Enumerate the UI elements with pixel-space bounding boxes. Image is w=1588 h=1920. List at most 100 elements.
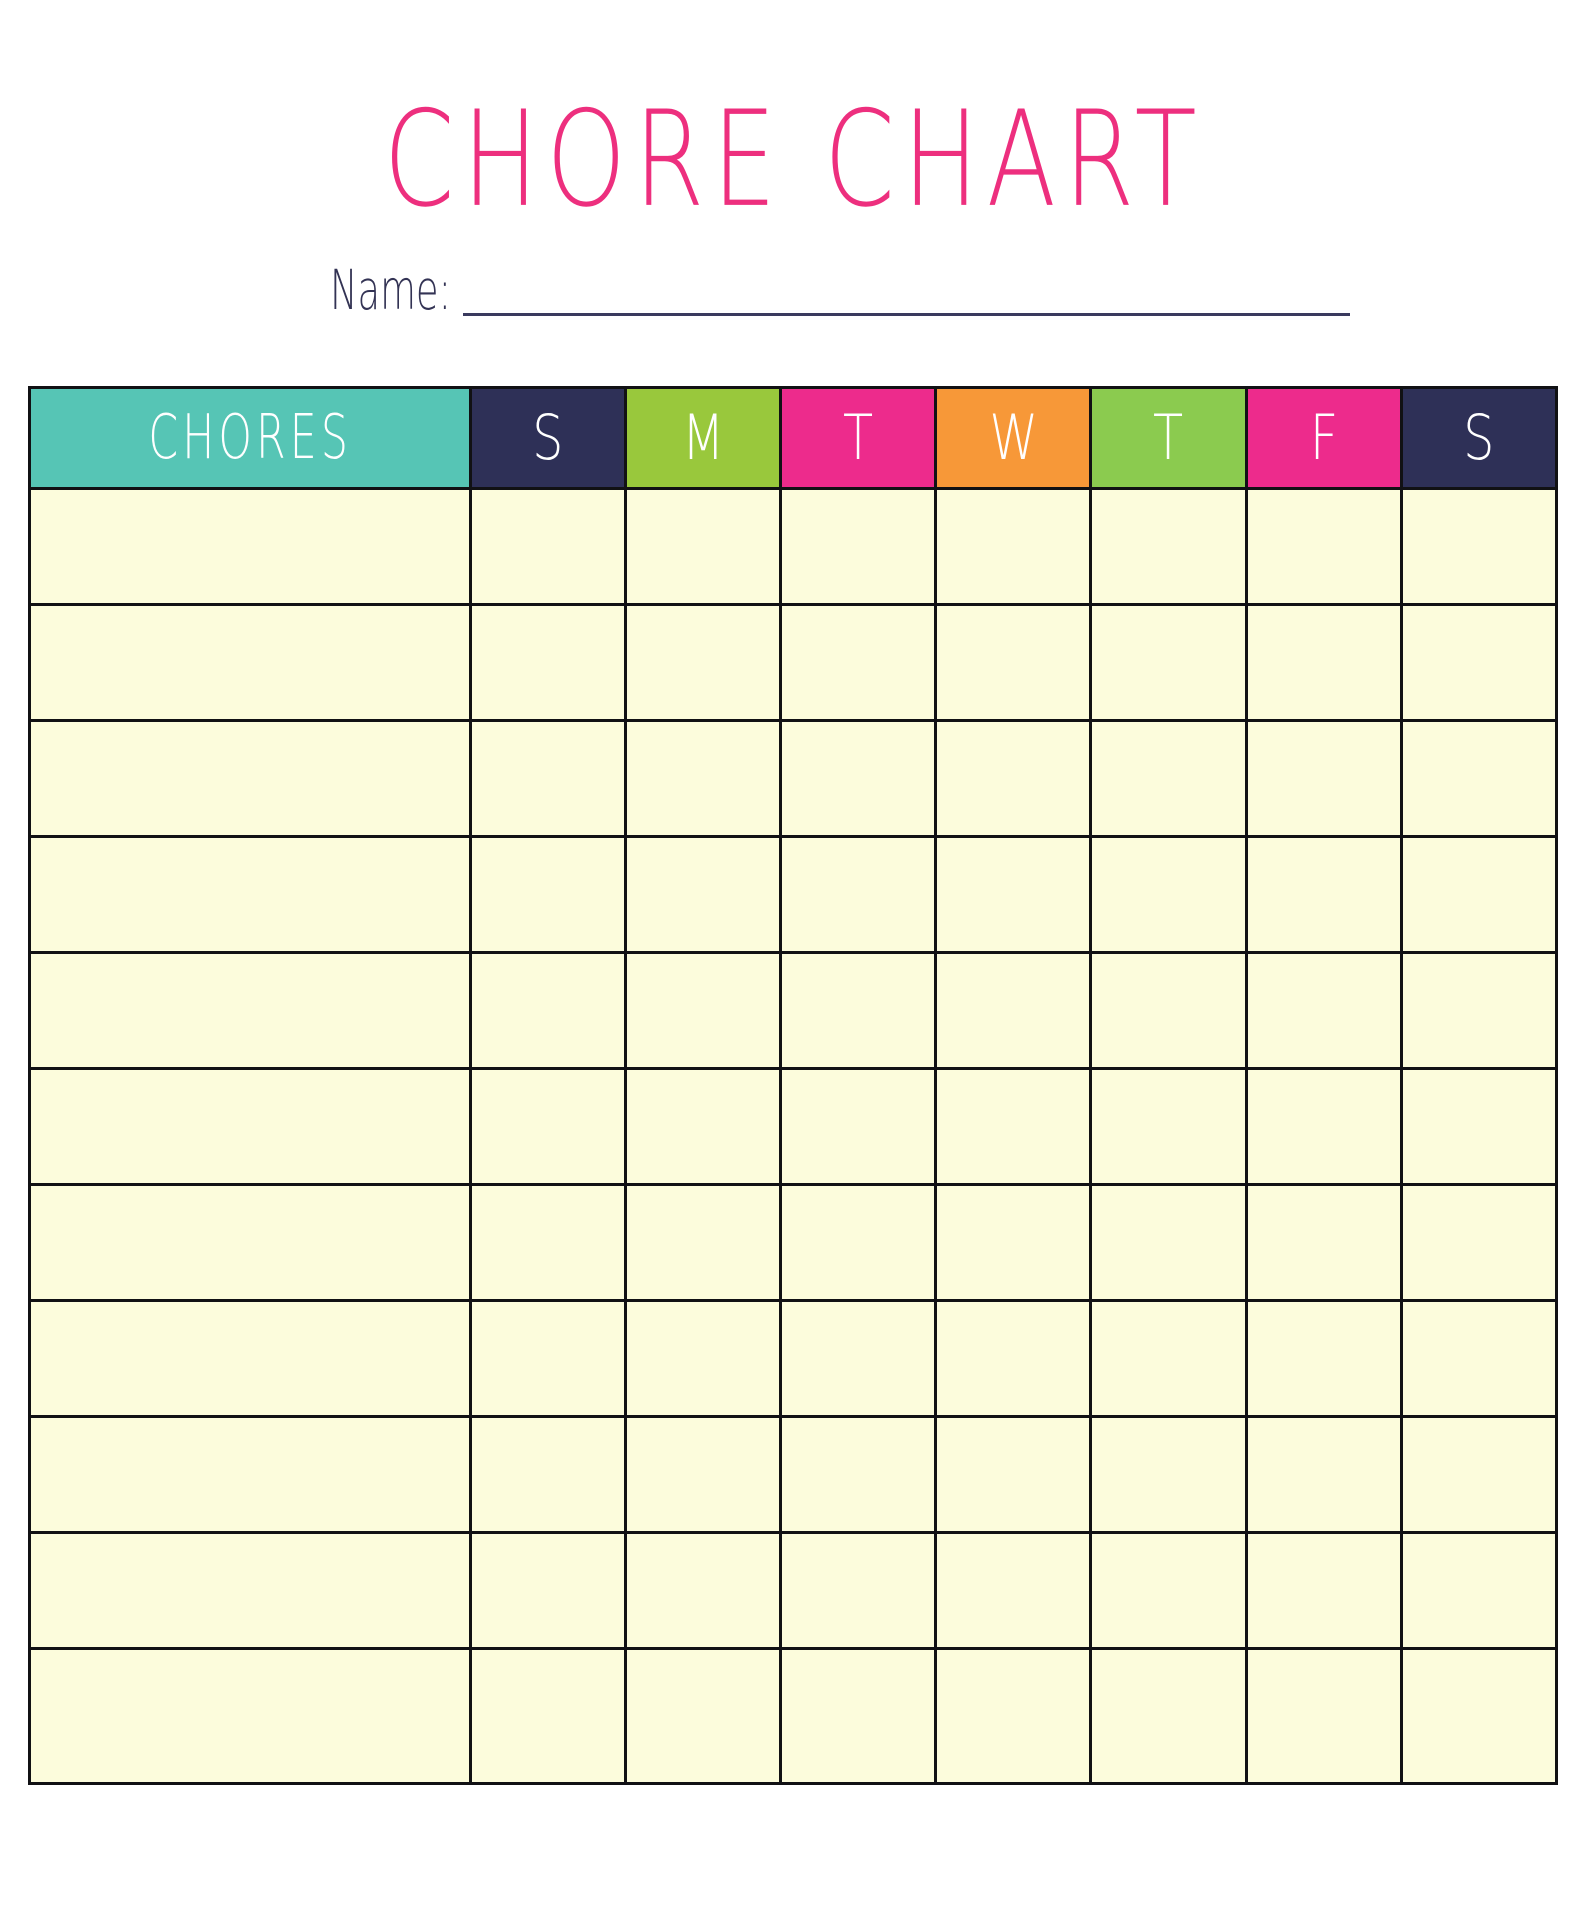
header-cell-sunday: S bbox=[470, 388, 625, 489]
chore-check-cell[interactable] bbox=[470, 953, 625, 1069]
chore-check-cell[interactable] bbox=[1246, 1649, 1401, 1784]
chore-check-cell[interactable] bbox=[625, 1301, 780, 1417]
chore-check-cell[interactable] bbox=[625, 953, 780, 1069]
chore-check-cell[interactable] bbox=[1091, 953, 1246, 1069]
chore-check-cell[interactable] bbox=[625, 489, 780, 605]
chore-check-cell[interactable] bbox=[780, 1069, 935, 1185]
chore-check-cell[interactable] bbox=[470, 1417, 625, 1533]
chore-check-cell[interactable] bbox=[936, 953, 1091, 1069]
chore-check-cell[interactable] bbox=[780, 1185, 935, 1301]
chore-check-cell[interactable] bbox=[780, 489, 935, 605]
chore-check-cell[interactable] bbox=[1246, 837, 1401, 953]
chore-name-cell[interactable] bbox=[30, 489, 471, 605]
chore-check-cell[interactable] bbox=[936, 1185, 1091, 1301]
chore-name-cell[interactable] bbox=[30, 1069, 471, 1185]
chore-check-cell[interactable] bbox=[936, 721, 1091, 837]
table-row bbox=[30, 837, 1557, 953]
chore-name-cell[interactable] bbox=[30, 721, 471, 837]
chore-check-cell[interactable] bbox=[1401, 1649, 1556, 1784]
chore-check-cell[interactable] bbox=[1091, 1533, 1246, 1649]
header-label-chores: CHORES bbox=[148, 403, 352, 474]
chore-name-cell[interactable] bbox=[30, 1185, 471, 1301]
chore-check-cell[interactable] bbox=[1091, 837, 1246, 953]
chore-name-cell[interactable] bbox=[30, 1301, 471, 1417]
chore-check-cell[interactable] bbox=[780, 1301, 935, 1417]
chore-check-cell[interactable] bbox=[1246, 1533, 1401, 1649]
chore-check-cell[interactable] bbox=[625, 1649, 780, 1784]
chore-check-cell[interactable] bbox=[1401, 605, 1556, 721]
chore-check-cell[interactable] bbox=[470, 721, 625, 837]
header-cell-saturday: S bbox=[1401, 388, 1556, 489]
chore-check-cell[interactable] bbox=[1246, 489, 1401, 605]
chore-check-cell[interactable] bbox=[936, 1417, 1091, 1533]
chore-check-cell[interactable] bbox=[1091, 1417, 1246, 1533]
chore-check-cell[interactable] bbox=[470, 837, 625, 953]
chore-check-cell[interactable] bbox=[936, 1301, 1091, 1417]
chore-check-cell[interactable] bbox=[1246, 605, 1401, 721]
chore-check-cell[interactable] bbox=[936, 1533, 1091, 1649]
chore-check-cell[interactable] bbox=[1091, 1301, 1246, 1417]
chore-check-cell[interactable] bbox=[1246, 721, 1401, 837]
chore-check-cell[interactable] bbox=[1246, 1417, 1401, 1533]
chore-check-cell[interactable] bbox=[936, 489, 1091, 605]
chore-check-cell[interactable] bbox=[470, 489, 625, 605]
chore-name-cell[interactable] bbox=[30, 837, 471, 953]
chore-check-cell[interactable] bbox=[625, 1185, 780, 1301]
header-cell-monday: M bbox=[625, 388, 780, 489]
chore-check-cell[interactable] bbox=[1246, 1301, 1401, 1417]
chore-check-cell[interactable] bbox=[470, 1185, 625, 1301]
name-input-line[interactable] bbox=[463, 313, 1350, 316]
chore-check-cell[interactable] bbox=[1091, 605, 1246, 721]
chore-name-cell[interactable] bbox=[30, 605, 471, 721]
chore-name-cell[interactable] bbox=[30, 1533, 471, 1649]
chore-check-cell[interactable] bbox=[1401, 1417, 1556, 1533]
header-label-sunday: S bbox=[532, 402, 563, 475]
chore-check-cell[interactable] bbox=[1246, 953, 1401, 1069]
chore-check-cell[interactable] bbox=[1401, 721, 1556, 837]
chore-check-cell[interactable] bbox=[1401, 837, 1556, 953]
header-cell-thursday: T bbox=[1091, 388, 1246, 489]
chore-name-cell[interactable] bbox=[30, 1649, 471, 1784]
chore-check-cell[interactable] bbox=[936, 837, 1091, 953]
chore-check-cell[interactable] bbox=[780, 605, 935, 721]
chore-check-cell[interactable] bbox=[1091, 1649, 1246, 1784]
chore-check-cell[interactable] bbox=[625, 1533, 780, 1649]
chore-check-cell[interactable] bbox=[936, 1069, 1091, 1185]
chore-check-cell[interactable] bbox=[936, 1649, 1091, 1784]
name-label: Name: bbox=[330, 260, 451, 320]
chore-check-cell[interactable] bbox=[1401, 1301, 1556, 1417]
chore-check-cell[interactable] bbox=[470, 1301, 625, 1417]
chore-check-cell[interactable] bbox=[625, 721, 780, 837]
chore-check-cell[interactable] bbox=[1401, 1533, 1556, 1649]
chore-check-cell[interactable] bbox=[470, 1069, 625, 1185]
chore-check-cell[interactable] bbox=[780, 1649, 935, 1784]
chore-check-cell[interactable] bbox=[1401, 953, 1556, 1069]
chore-check-cell[interactable] bbox=[780, 837, 935, 953]
chore-check-cell[interactable] bbox=[1091, 1185, 1246, 1301]
chore-check-cell[interactable] bbox=[780, 1417, 935, 1533]
chore-check-cell[interactable] bbox=[1246, 1069, 1401, 1185]
chore-check-cell[interactable] bbox=[780, 953, 935, 1069]
chore-check-cell[interactable] bbox=[1091, 721, 1246, 837]
chore-check-cell[interactable] bbox=[470, 605, 625, 721]
header-label-wednesday: W bbox=[989, 402, 1038, 475]
chore-check-cell[interactable] bbox=[625, 1069, 780, 1185]
chore-name-cell[interactable] bbox=[30, 1417, 471, 1533]
chore-check-cell[interactable] bbox=[625, 837, 780, 953]
chore-check-cell[interactable] bbox=[470, 1649, 625, 1784]
header-label-saturday: S bbox=[1463, 402, 1494, 475]
chore-check-cell[interactable] bbox=[780, 721, 935, 837]
chore-check-cell[interactable] bbox=[470, 1533, 625, 1649]
chore-check-cell[interactable] bbox=[936, 605, 1091, 721]
chore-check-cell[interactable] bbox=[625, 605, 780, 721]
chore-check-cell[interactable] bbox=[1091, 1069, 1246, 1185]
table-row bbox=[30, 1533, 1557, 1649]
chore-check-cell[interactable] bbox=[1401, 489, 1556, 605]
chore-check-cell[interactable] bbox=[1401, 1185, 1556, 1301]
chore-check-cell[interactable] bbox=[625, 1417, 780, 1533]
chore-check-cell[interactable] bbox=[780, 1533, 935, 1649]
chore-name-cell[interactable] bbox=[30, 953, 471, 1069]
chore-check-cell[interactable] bbox=[1401, 1069, 1556, 1185]
chore-check-cell[interactable] bbox=[1246, 1185, 1401, 1301]
chore-check-cell[interactable] bbox=[1091, 489, 1246, 605]
